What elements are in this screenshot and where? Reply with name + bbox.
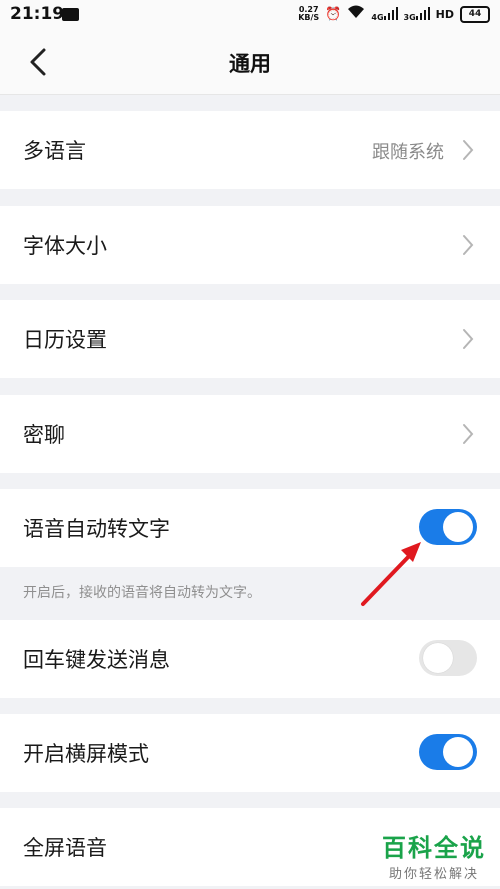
network-speed-unit: KB/S — [298, 13, 320, 22]
signal-3g-icon: 3G — [403, 6, 430, 22]
watermark-subtitle: 助你轻松解决 — [388, 867, 479, 882]
setting-row-language[interactable]: 多语言 跟随系统 — [0, 111, 500, 189]
hd-icon: HD — [435, 7, 454, 21]
setting-value: 跟随系统 — [372, 142, 444, 163]
signal-4g-label: 4G — [371, 12, 384, 22]
chevron-right-icon — [463, 424, 474, 444]
status-time: 21:19 — [10, 4, 65, 24]
toggle-knob — [423, 643, 453, 673]
chevron-right-icon — [463, 235, 474, 255]
battery-icon: 44 — [460, 5, 490, 23]
setting-label: 全屏语音 — [23, 836, 107, 860]
network-speed: 0.27 KB/S — [298, 6, 319, 22]
annotation-arrow-icon — [361, 542, 421, 606]
watermark-title: 百科全说 — [382, 834, 486, 862]
watermark-logo: 百科全说 助你轻松解决 — [382, 828, 486, 882]
toggle-knob — [443, 512, 473, 542]
page-title: 通用 — [229, 52, 271, 76]
setting-row-secret-chat[interactable]: 密聊 — [0, 395, 500, 473]
signal-4g-icon: 4G — [371, 6, 398, 22]
setting-label: 密聊 — [23, 423, 65, 447]
setting-label: 日历设置 — [23, 328, 107, 352]
setting-row-enter-send: 回车键发送消息 — [0, 620, 500, 698]
toggle-knob — [443, 737, 473, 767]
setting-row-landscape: 开启横屏模式 — [0, 714, 500, 792]
enter-send-toggle[interactable] — [419, 640, 477, 676]
status-icons: 0.27 KB/S ⏰ 4G 3G HD 44 — [298, 5, 490, 23]
setting-label: 字体大小 — [23, 234, 107, 258]
alarm-icon: ⏰ — [325, 6, 342, 22]
setting-row-font-size[interactable]: 字体大小 — [0, 206, 500, 284]
nav-bar: 通用 — [0, 30, 500, 95]
chevron-right-icon — [463, 140, 474, 160]
status-bar: 21:19 0.27 KB/S ⏰ 4G 3G HD 44 — [0, 0, 500, 30]
setting-label: 回车键发送消息 — [23, 648, 170, 672]
setting-label: 语音自动转文字 — [23, 517, 170, 541]
setting-row-calendar[interactable]: 日历设置 — [0, 300, 500, 378]
notification-app-icon — [62, 8, 79, 21]
setting-label: 开启横屏模式 — [23, 742, 149, 766]
wifi-icon — [347, 5, 365, 23]
landscape-toggle[interactable] — [419, 734, 477, 770]
voice-to-text-hint: 开启后，接收的语音将自动转为文字。 — [23, 585, 261, 601]
chevron-right-icon — [463, 329, 474, 349]
setting-label: 多语言 — [23, 139, 86, 163]
signal-3g-label: 3G — [403, 12, 416, 22]
